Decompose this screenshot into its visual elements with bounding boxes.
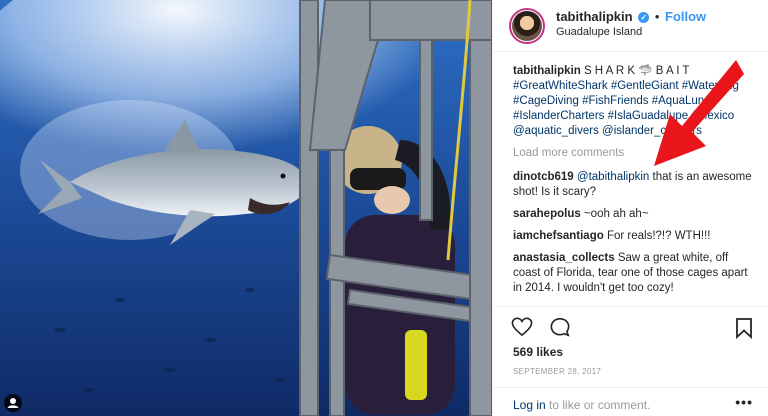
post-header: tabithalipkin ✓ • Follow Guadalupe Islan… (493, 0, 768, 52)
location-link[interactable]: Guadalupe Island (556, 26, 706, 38)
caption-username[interactable]: tabithalipkin (513, 65, 581, 77)
comment-item: anastasia_collects Saw a great white, of… (513, 251, 758, 296)
login-link[interactable]: Log in (513, 398, 546, 412)
comment-username[interactable]: dinotcb619 (513, 171, 574, 183)
comment-mention[interactable]: @tabithalipkin (577, 171, 649, 183)
hashtag[interactable]: #IslanderCharters (513, 110, 604, 122)
follow-button[interactable]: Follow (665, 9, 706, 24)
comment-item: sarahepolus ~ooh ah ah~ (513, 207, 758, 222)
comment-username[interactable]: anastasia_collects (513, 252, 615, 264)
header-username[interactable]: tabithalipkin (556, 9, 633, 24)
post-photo[interactable] (0, 0, 492, 416)
comment-text: ~ooh ah ah~ (583, 208, 649, 220)
comment-icon[interactable] (549, 317, 571, 337)
comment-text: For reals!?!? WTH!!! (606, 230, 711, 242)
post-actions: 569 likes SEPTEMBER 28, 2017 Log in to l… (493, 306, 768, 416)
bookmark-icon[interactable] (735, 317, 753, 339)
hashtag[interactable]: #CageDiving (513, 95, 579, 107)
comment-username[interactable]: sarahepolus (513, 208, 581, 220)
shark-cage-image (0, 0, 492, 416)
post-date: SEPTEMBER 28, 2017 (513, 367, 602, 376)
hashtag[interactable]: #FishFriends (582, 95, 648, 107)
user-tag-icon[interactable] (4, 394, 22, 412)
login-prompt: Log in to like or comment. ••• (493, 387, 768, 416)
separator-dot: • (654, 9, 660, 24)
likes-count[interactable]: 569 likes (513, 345, 563, 359)
hashtag[interactable]: #GreatWhiteShark (513, 80, 608, 92)
comment-username[interactable]: iamchefsantiago (513, 230, 604, 242)
avatar[interactable] (509, 8, 545, 44)
comment-item: iamchefsantiago For reals!?!? WTH!!! (513, 229, 758, 244)
verified-badge-icon: ✓ (638, 12, 650, 23)
more-options-button[interactable]: ••• (735, 394, 753, 410)
login-text: to like or comment. (545, 398, 651, 412)
red-arrow-icon (654, 60, 744, 166)
heart-icon[interactable] (511, 317, 533, 337)
mention[interactable]: @aquatic_divers (513, 125, 599, 137)
